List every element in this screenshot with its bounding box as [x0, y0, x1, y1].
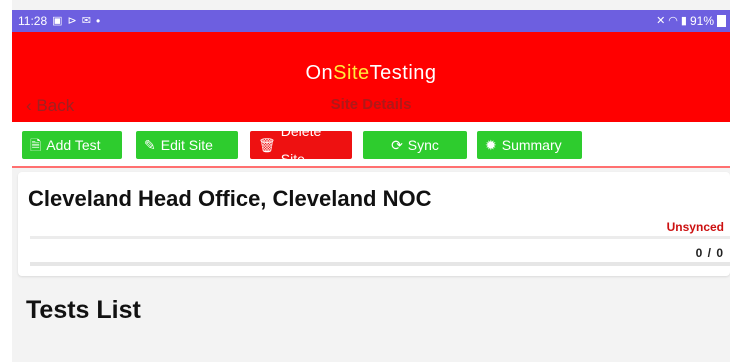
app-frame: 11:28 ▣ ⊳ ✉ • ✕ ◠ ▮ 91% OnSiteTesting ‹ … — [12, 0, 730, 362]
add-test-label: Add Test — [46, 137, 101, 153]
action-toolbar: 🗎 Add Test ✎ Edit Site 🗑 Delete Site ⟳ S… — [12, 122, 730, 168]
trash-icon: 🗑 — [258, 137, 276, 153]
battery-percent: 91% — [689, 14, 714, 28]
site-card: Cleveland Head Office, Cleveland NOC Uns… — [18, 172, 730, 276]
summary-button[interactable]: ✹ Summary — [477, 131, 582, 159]
status-time: 11:28 — [18, 14, 48, 28]
tests-list-heading: Tests List — [26, 296, 141, 324]
edit-site-label: Edit Site — [160, 137, 213, 153]
cast-icon: ⊳ — [67, 15, 77, 27]
progress-track-1 — [30, 236, 730, 239]
battery-icon — [717, 15, 726, 27]
wifi-icon: ◠ — [668, 15, 678, 27]
status-bar-right: ✕ ◠ ▮ 91% — [656, 10, 726, 32]
signal-icon: ▮ — [680, 15, 687, 27]
gallery-icon: ▣ — [52, 15, 63, 27]
document-icon: 🗎 — [30, 137, 42, 153]
brand-testing: Testing — [369, 62, 437, 84]
sync-status-badge: Unsynced — [666, 220, 724, 234]
mute-icon: ✕ — [656, 15, 666, 27]
sync-button[interactable]: ⟳ Sync — [363, 131, 467, 159]
add-test-button[interactable]: 🗎 Add Test — [22, 131, 122, 159]
test-count: 0 / 0 — [695, 246, 724, 260]
progress-track-2 — [30, 262, 730, 266]
sync-label: Sync — [407, 137, 439, 153]
summary-label: Summary — [501, 137, 562, 153]
delete-site-button[interactable]: 🗑 Delete Site — [250, 123, 352, 167]
gear-icon: ✹ — [485, 137, 497, 153]
brand-on: On — [305, 62, 334, 84]
delete-site-label: Delete Site — [280, 123, 322, 167]
status-dot: • — [95, 14, 101, 28]
edit-site-button[interactable]: ✎ Edit Site — [136, 131, 238, 159]
site-name: Cleveland Head Office, Cleveland NOC — [28, 186, 432, 211]
brand-site: Site — [333, 62, 370, 84]
sync-icon: ⟳ — [391, 137, 403, 153]
page-title: Site Details — [330, 96, 412, 113]
mail-icon: ✉ — [81, 15, 91, 27]
status-bar-left: 11:28 ▣ ⊳ ✉ • — [18, 10, 100, 32]
app-header: OnSiteTesting ‹ Back Site Details — [12, 32, 730, 122]
brand-logo: OnSiteTesting — [12, 62, 730, 85]
status-bar: 11:28 ▣ ⊳ ✉ • ✕ ◠ ▮ 91% — [12, 10, 730, 32]
edit-icon: ✎ — [144, 137, 156, 153]
